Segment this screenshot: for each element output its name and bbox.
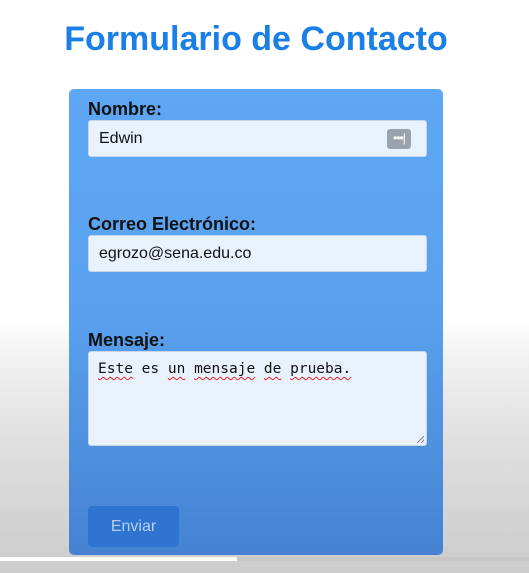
email-input[interactable]: egrozo@sena.edu.co (88, 235, 427, 272)
email-input-value: egrozo@sena.edu.co (99, 245, 252, 262)
name-label: Nombre: (88, 99, 163, 119)
password-manager-icon[interactable]: •••| (387, 129, 411, 149)
email-label: Correo Electrónico: (88, 214, 257, 234)
page-title: Formulario de Contacto (64, 20, 448, 58)
name-input-value: Edwin (99, 130, 143, 147)
message-word: mensaje (194, 361, 256, 377)
message-word: prueba. (290, 361, 352, 377)
submit-button[interactable]: Enviar (88, 506, 179, 547)
contact-form: Nombre: Edwin •••| Correo Electrónico: e… (69, 89, 443, 555)
message-word: es (141, 361, 160, 377)
resize-grip-icon[interactable] (417, 436, 424, 443)
message-label: Mensaje: (88, 330, 166, 350)
progress-bar[interactable] (0, 557, 529, 561)
message-word: Este (98, 361, 133, 377)
message-word: un (167, 361, 186, 377)
message-textarea[interactable]: Este es un mensaje de prueba. (88, 351, 427, 446)
message-word: de (263, 361, 282, 377)
progress-bar-fill (0, 557, 237, 561)
name-input[interactable]: Edwin •••| (88, 120, 427, 157)
